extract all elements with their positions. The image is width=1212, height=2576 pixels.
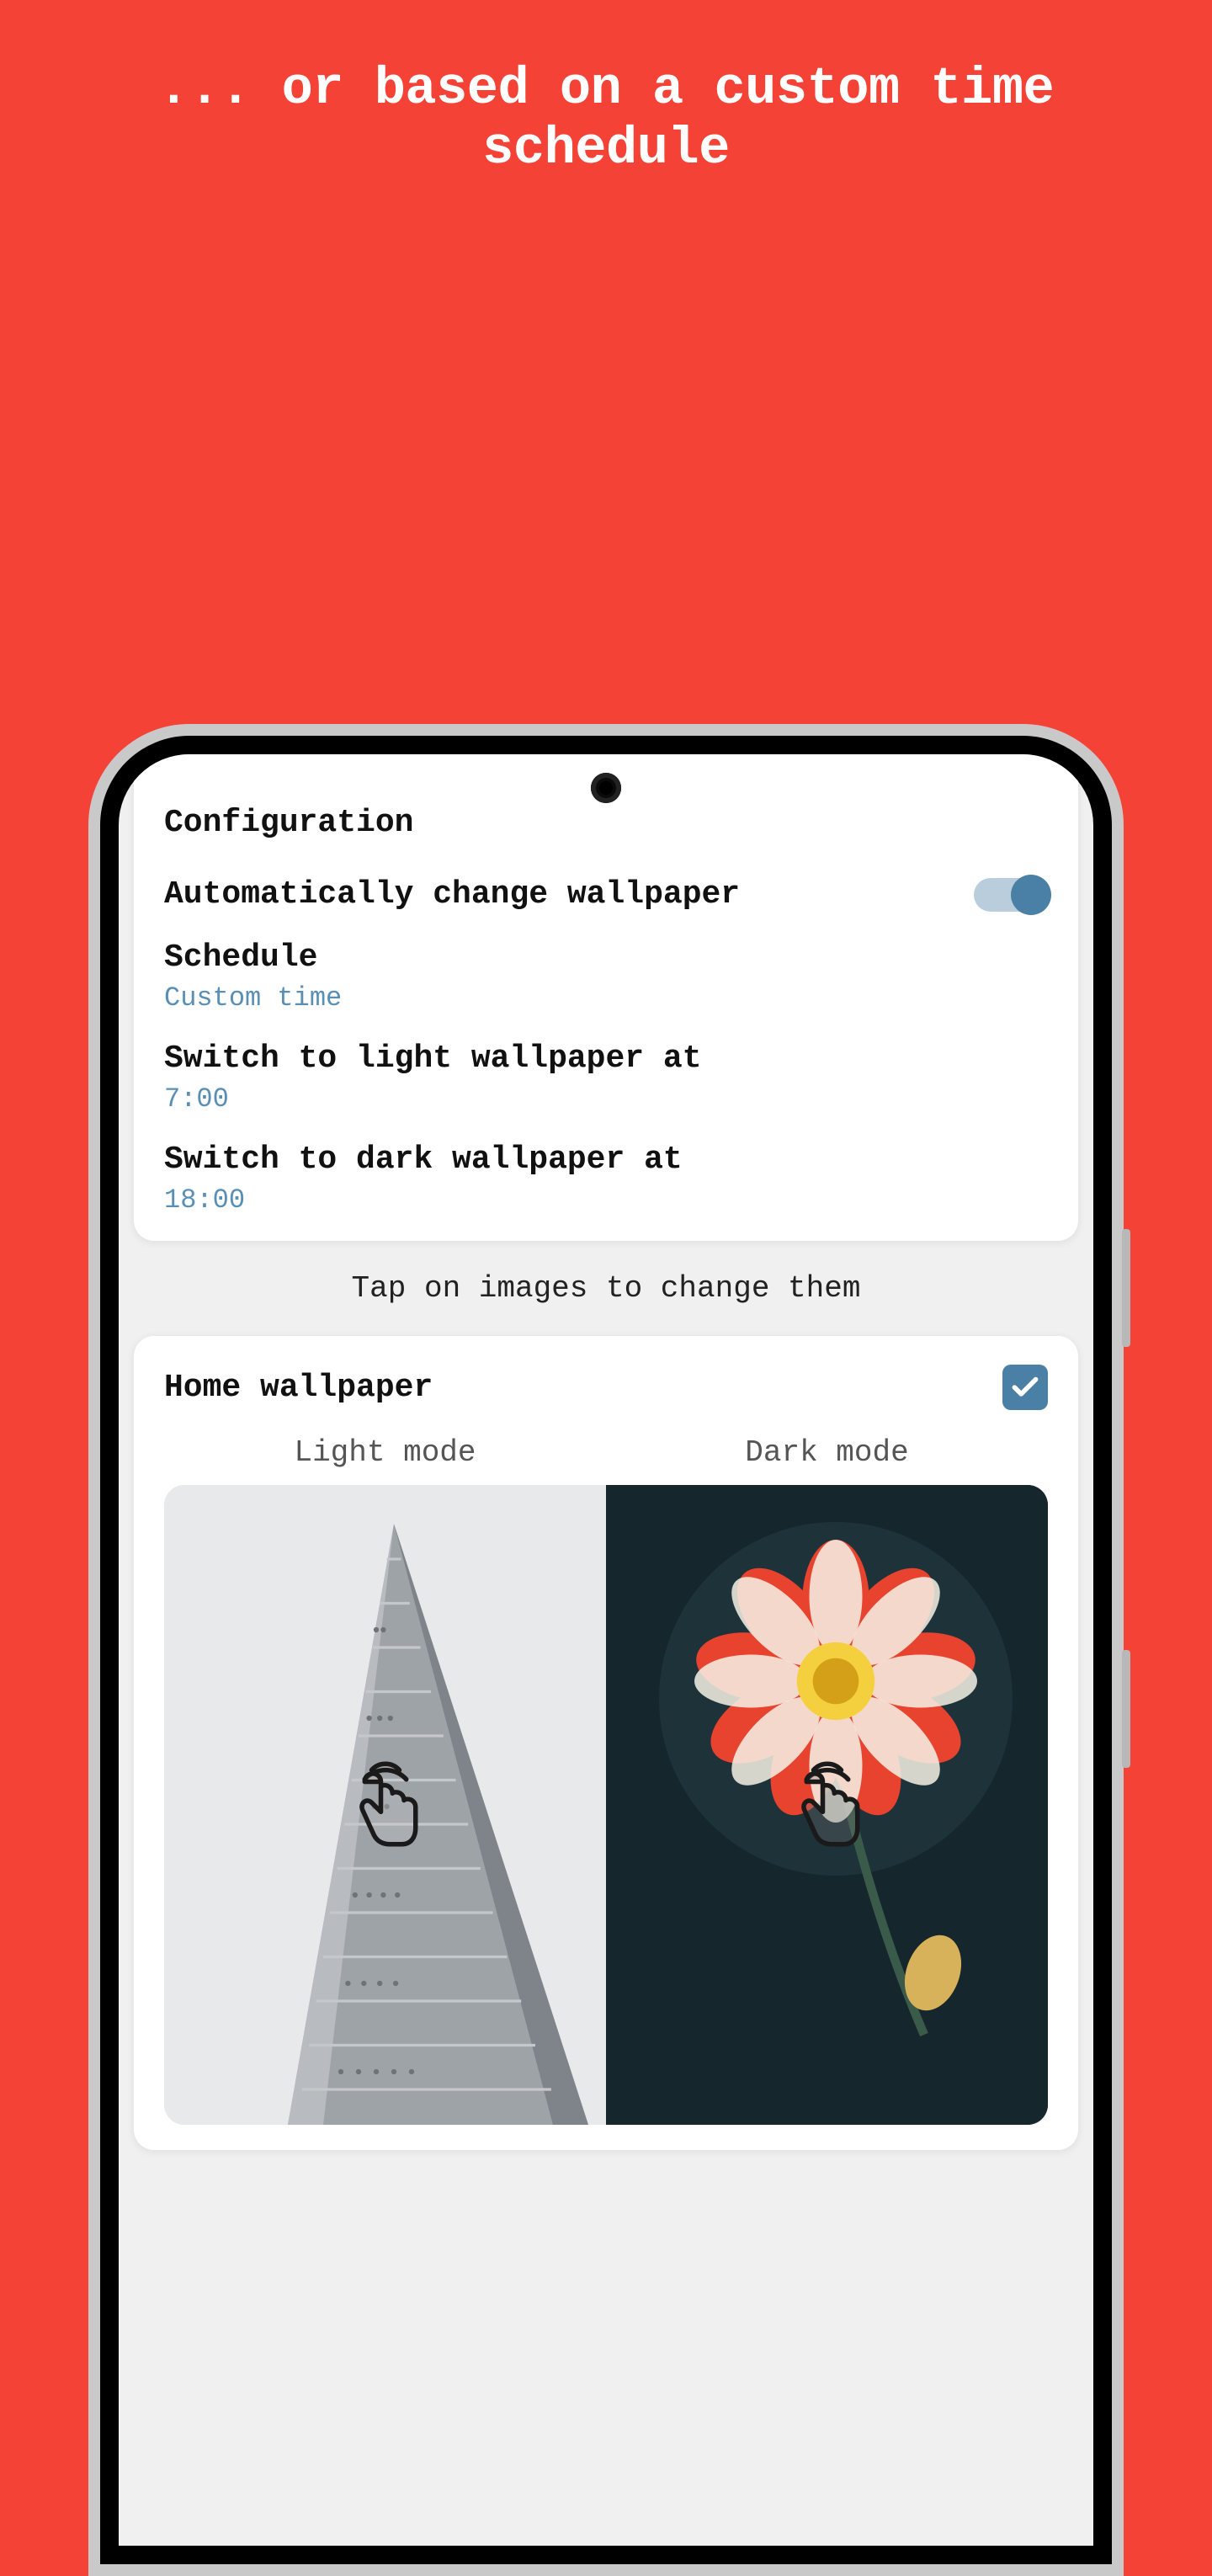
light-time-setting[interactable]: Switch to light wallpaper at 7:00 [164,1041,1048,1115]
phone-camera [591,773,621,803]
auto-change-toggle[interactable] [974,878,1048,912]
home-wallpaper-card: Home wallpaper Light mode Dark mode [134,1336,1078,2150]
schedule-setting[interactable]: Schedule Custom time [164,939,1048,1014]
tap-icon [789,1759,865,1851]
schedule-value: Custom time [164,982,1048,1014]
wallpaper-previews [164,1485,1048,2125]
schedule-label: Schedule [164,939,1048,976]
light-time-label: Switch to light wallpaper at [164,1041,1048,1077]
tap-icon [348,1759,423,1851]
hero-headline: ... or based on a custom time schedule [0,0,1212,178]
dark-mode-label: Dark mode [606,1435,1048,1470]
light-time-value: 7:00 [164,1083,1048,1115]
light-mode-label: Light mode [164,1435,606,1470]
home-wallpaper-title: Home wallpaper [164,1370,433,1406]
mode-headers: Light mode Dark mode [164,1435,1048,1470]
toggle-knob [1011,875,1051,915]
home-wallpaper-checkbox[interactable] [1002,1365,1048,1410]
phone-mockup: Configuration Automatically change wallp… [88,724,1124,2576]
dark-time-value: 18:00 [164,1184,1048,1216]
dark-time-setting[interactable]: Switch to dark wallpaper at 18:00 [164,1142,1048,1216]
auto-change-setting[interactable]: Automatically change wallpaper [164,876,1048,913]
check-icon [1009,1371,1041,1403]
light-wallpaper-preview[interactable] [164,1485,606,2125]
dark-wallpaper-preview[interactable] [606,1485,1048,2125]
configuration-card: Configuration Automatically change wallp… [134,754,1078,1241]
app-screen: Configuration Automatically change wallp… [119,754,1093,2546]
helper-text: Tap on images to change them [119,1271,1093,1306]
configuration-title: Configuration [164,805,1048,841]
phone-side-button [1122,1650,1130,1768]
auto-change-label: Automatically change wallpaper [164,876,740,913]
phone-side-button [1122,1229,1130,1347]
dark-time-label: Switch to dark wallpaper at [164,1142,1048,1178]
